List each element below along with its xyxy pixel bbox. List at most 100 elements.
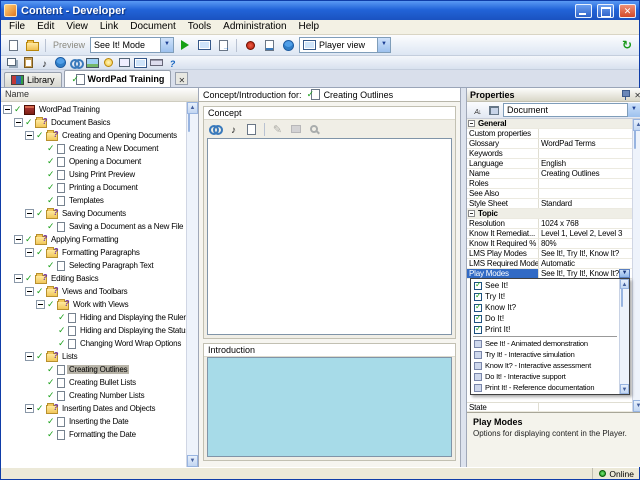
introduction-editor[interactable] [207, 357, 452, 457]
scroll-down-icon[interactable] [632, 400, 640, 412]
cascade-windows-icon[interactable] [5, 57, 20, 69]
tree-item-hiding-and-displaying-the-ruler[interactable]: Hiding and Displaying the Ruler [1, 311, 186, 324]
property-row-know-it-required[interactable]: Know It Required % 80% [467, 239, 632, 249]
bulb-icon[interactable] [101, 57, 116, 69]
tree-item-document-basics[interactable]: Document Basics [1, 116, 186, 129]
record-icon[interactable] [241, 37, 259, 54]
pencil-icon[interactable] [269, 122, 286, 137]
tree-item-views-and-toolbars[interactable]: Views and Toolbars [1, 285, 186, 298]
chevron-down-icon[interactable] [377, 38, 391, 52]
dropdown-arrow-icon[interactable] [618, 269, 630, 278]
collapse-toggle-icon[interactable] [25, 404, 34, 413]
tree-item-creating-a-new-document[interactable]: Creating a New Document [1, 142, 186, 155]
web-icon[interactable] [53, 57, 68, 69]
frame-icon[interactable] [117, 57, 132, 69]
property-section-general[interactable]: General [467, 119, 632, 129]
tree-item-work-with-views[interactable]: Work with Views [1, 298, 186, 311]
dropdown-scrollbar[interactable] [618, 279, 629, 394]
option-know-it[interactable]: Know It? [471, 302, 619, 313]
property-row-lms-play-modes[interactable]: LMS Play Modes See It!, Try It!, Know It? [467, 249, 632, 259]
property-row-roles[interactable]: Roles [467, 179, 632, 189]
checkbox[interactable] [474, 302, 482, 312]
scroll-thumb[interactable] [188, 113, 190, 132]
tree-item-formatting-paragraphs[interactable]: Formatting Paragraphs [1, 246, 186, 259]
paste-icon[interactable] [21, 57, 36, 69]
tree-scrollbar[interactable] [186, 102, 198, 467]
tree-item-editing-basics[interactable]: Editing Basics [1, 272, 186, 285]
property-row-see-also[interactable]: See Also [467, 189, 632, 199]
export-icon[interactable] [214, 37, 232, 54]
tab-wordpad-training[interactable]: WordPad Training [63, 70, 172, 87]
document-icon[interactable] [243, 122, 260, 137]
chevron-down-icon[interactable] [160, 38, 174, 52]
open-icon[interactable] [23, 37, 41, 54]
scroll-down-icon[interactable] [619, 384, 629, 394]
property-row-glossary[interactable]: Glossary WordPad Terms [467, 139, 632, 149]
tree-item-selecting-paragraph-text[interactable]: Selecting Paragraph Text [1, 259, 186, 272]
player-view-select[interactable]: Player view [299, 37, 392, 53]
tab-close-button[interactable] [175, 72, 189, 85]
play-icon[interactable] [176, 37, 194, 54]
tree-item-hiding-and-displaying-the-status-bar[interactable]: Hiding and Displaying the Status Bar [1, 324, 186, 337]
property-section-topic[interactable]: Topic [467, 209, 632, 219]
property-row-resolution[interactable]: Resolution 1024 x 768 [467, 219, 632, 229]
menu-help[interactable]: Help [293, 20, 326, 34]
mode-select[interactable]: See It! Mode [90, 37, 175, 53]
tree-item-creating-bullet-lists[interactable]: Creating Bullet Lists [1, 376, 186, 389]
property-row-style-sheet[interactable]: Style Sheet Standard [467, 199, 632, 209]
collapse-toggle-icon[interactable] [25, 131, 34, 140]
sound-icon[interactable] [225, 122, 242, 137]
tree-item-creating-number-lists[interactable]: Creating Number Lists [1, 389, 186, 402]
pin-icon[interactable] [621, 89, 631, 100]
scroll-up-icon[interactable] [187, 102, 198, 114]
property-row-keywords[interactable]: Keywords [467, 149, 632, 159]
tree-item-wordpad-training[interactable]: WordPad Training [1, 103, 186, 116]
monitor-icon[interactable] [133, 57, 148, 69]
tree-item-templates[interactable]: Templates [1, 194, 186, 207]
close-icon[interactable] [634, 90, 640, 100]
scroll-thumb[interactable] [620, 288, 623, 307]
menu-file[interactable]: File [3, 20, 31, 34]
properties-scrollbar[interactable] [631, 119, 640, 412]
new-document-icon[interactable] [4, 37, 22, 54]
preview-player-icon[interactable] [195, 37, 213, 54]
option-do-it[interactable]: Do It! [471, 313, 619, 324]
tree-item-opening-a-document[interactable]: Opening a Document [1, 155, 186, 168]
property-row-state[interactable]: State [467, 402, 632, 412]
scroll-track[interactable] [187, 113, 198, 455]
link-icon[interactable] [207, 122, 224, 137]
tree-item-using-print-preview[interactable]: Using Print Preview [1, 168, 186, 181]
tree-item-saving-a-document-as-a-new-file[interactable]: Saving a Document as a New File [1, 220, 186, 233]
concept-editor[interactable] [207, 138, 452, 335]
web-icon[interactable] [279, 37, 297, 54]
stamp-icon[interactable] [287, 122, 304, 137]
sort-alpha-icon[interactable] [470, 104, 485, 117]
collapse-toggle-icon[interactable] [468, 210, 475, 217]
tree-item-applying-formatting[interactable]: Applying Formatting [1, 233, 186, 246]
option-see-it[interactable]: See It! [471, 280, 619, 291]
tree-item-inserting-dates-and-objects[interactable]: Inserting Dates and Objects [1, 402, 186, 415]
menu-administration[interactable]: Administration [217, 20, 292, 34]
scroll-up-icon[interactable] [632, 119, 640, 131]
tree-item-saving-documents[interactable]: Saving Documents [1, 207, 186, 220]
zoom-icon[interactable] [305, 122, 322, 137]
tree-item-creating-and-opening-documents[interactable]: Creating and Opening Documents [1, 129, 186, 142]
sound-icon[interactable] [37, 57, 52, 69]
menu-tools[interactable]: Tools [182, 20, 217, 34]
property-row-name[interactable]: Name Creating Outlines [467, 169, 632, 179]
checkbox[interactable] [474, 313, 482, 323]
scroll-track[interactable] [620, 288, 629, 384]
property-row-custom-properties[interactable]: Custom properties [467, 129, 632, 139]
collapse-toggle-icon[interactable] [25, 248, 34, 257]
tree-item-printing-a-document[interactable]: Printing a Document [1, 181, 186, 194]
property-row-language[interactable]: Language English [467, 159, 632, 169]
tree-item-inserting-the-date[interactable]: Inserting the Date [1, 415, 186, 428]
collapse-toggle-icon[interactable] [25, 287, 34, 296]
scroll-up-icon[interactable] [619, 279, 629, 289]
image-icon[interactable] [85, 57, 100, 69]
title-bar[interactable]: Content - Developer [1, 1, 639, 20]
tab-library[interactable]: Library [4, 72, 62, 87]
refresh-icon[interactable] [618, 37, 636, 54]
categorize-icon[interactable] [486, 104, 501, 117]
link-icon[interactable] [69, 57, 84, 69]
